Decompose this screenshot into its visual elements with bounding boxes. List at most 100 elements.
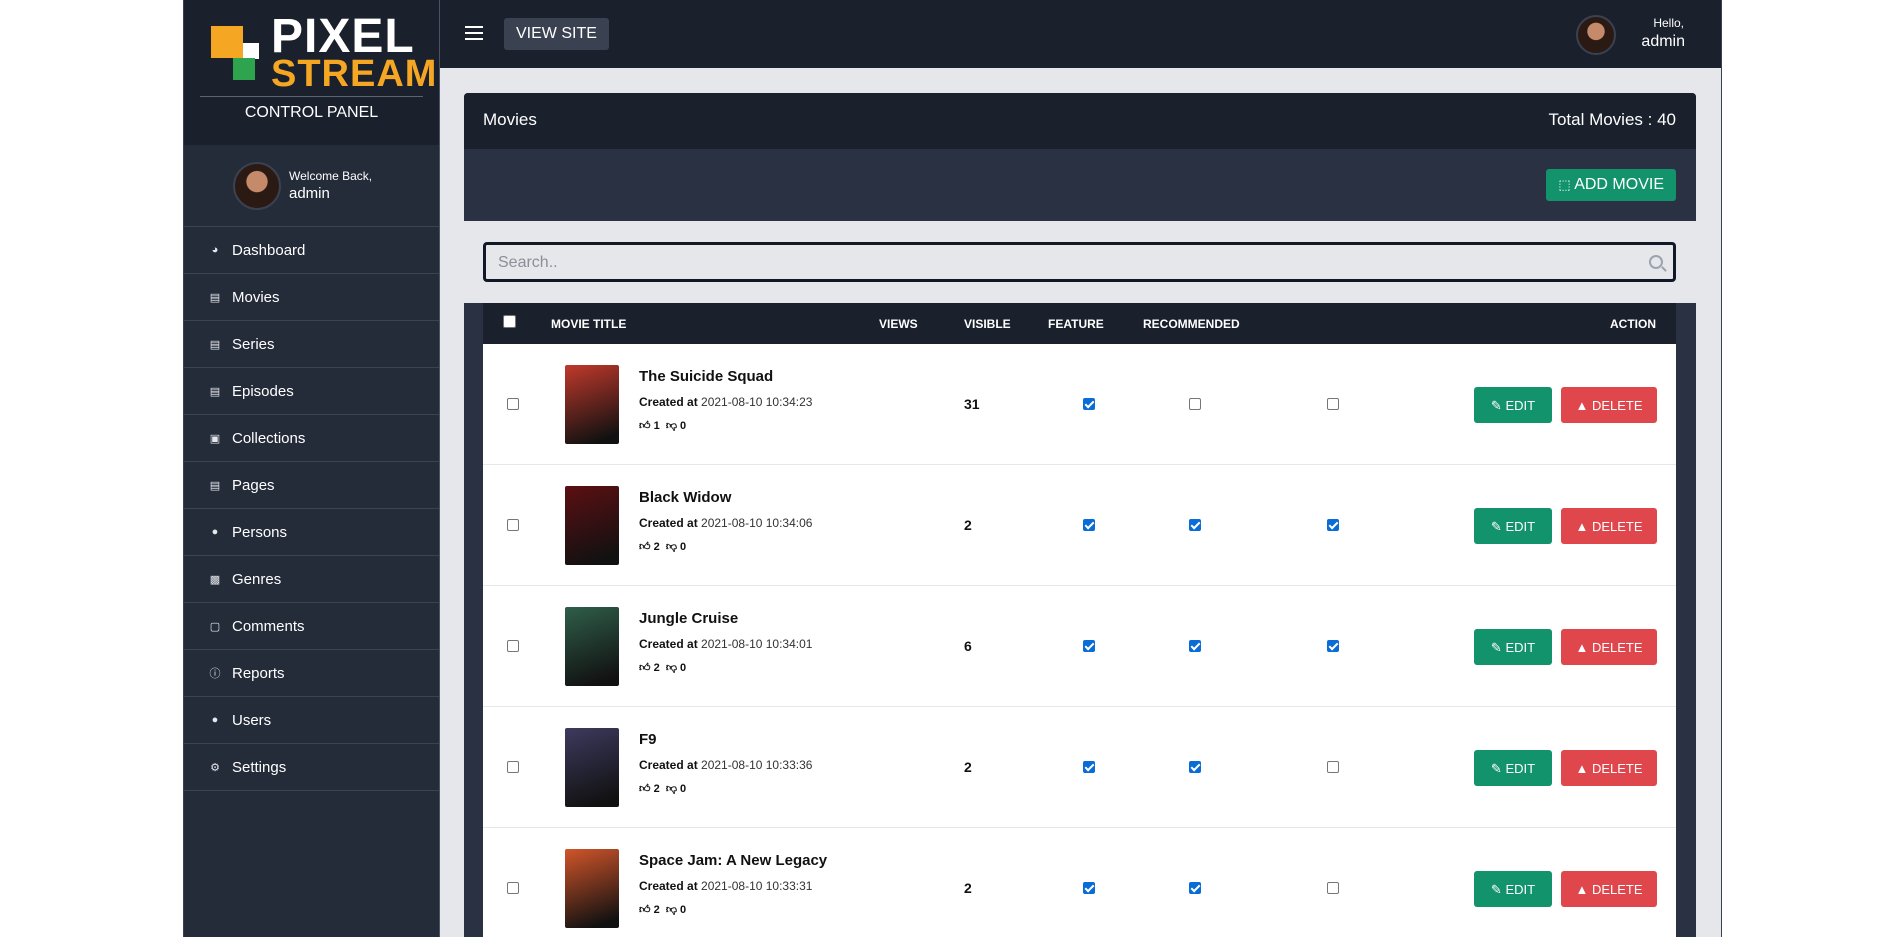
feature-checkbox[interactable]	[1189, 640, 1201, 652]
sidebar-item-label: Dashboard	[232, 241, 306, 259]
sidebar-item-episodes[interactable]: ▤ Episodes	[184, 368, 439, 415]
sidebar-item-reports[interactable]: ⓘ Reports	[184, 650, 439, 697]
movie-title[interactable]: Black Widow	[639, 489, 731, 506]
header-title[interactable]: MOVIE TITLE	[551, 317, 626, 331]
movie-reactions: 👍︎ 1 👎︎ 0	[639, 419, 686, 432]
sidebar-item-persons[interactable]: ● Persons	[184, 509, 439, 556]
delete-button[interactable]: ▲ DELETE	[1561, 750, 1657, 786]
created-label: Created at	[639, 758, 698, 772]
search-icon[interactable]	[1649, 255, 1663, 269]
search-input[interactable]	[486, 245, 1620, 281]
recommended-checkbox[interactable]	[1327, 398, 1339, 410]
likes-count: 2	[653, 904, 660, 916]
edit-button[interactable]: ✎ EDIT	[1474, 750, 1552, 786]
likes-count: 1	[653, 420, 660, 432]
movie-reactions: 👍︎ 2 👎︎ 0	[639, 540, 686, 553]
dislikes-count: 0	[680, 420, 687, 432]
delete-button[interactable]: ▲ DELETE	[1561, 629, 1657, 665]
welcome-username: admin	[289, 185, 330, 202]
visible-checkbox[interactable]	[1083, 761, 1095, 773]
table-header: MOVIE TITLE VIEWS VISIBLE FEATURE RECOMM…	[483, 303, 1676, 344]
row-select-checkbox[interactable]	[507, 882, 519, 894]
topbar-username[interactable]: admin	[1641, 33, 1685, 51]
trash-icon: ▲	[1575, 640, 1589, 655]
sidebar-item-genres[interactable]: ▩ Genres	[184, 556, 439, 603]
recommended-checkbox[interactable]	[1327, 761, 1339, 773]
edit-button[interactable]: ✎ EDIT	[1474, 871, 1552, 907]
add-movie-button[interactable]: ⬚ ADD MOVIE	[1546, 169, 1676, 201]
sidebar-item-users[interactable]: ● Users	[184, 697, 439, 744]
movie-title[interactable]: F9	[639, 731, 657, 748]
row-select-checkbox[interactable]	[507, 761, 519, 773]
movies-card: Movies Total Movies : 40 ⬚ ADD MOVIE MOV…	[464, 93, 1696, 937]
select-all-checkbox[interactable]	[503, 315, 516, 328]
row-select-checkbox[interactable]	[507, 519, 519, 531]
edit-icon: ✎	[1490, 398, 1502, 413]
row-select-checkbox[interactable]	[507, 640, 519, 652]
row-select-checkbox[interactable]	[507, 398, 519, 410]
visible-checkbox[interactable]	[1083, 398, 1095, 410]
movie-poster[interactable]	[565, 728, 619, 807]
header-recommended[interactable]: RECOMMENDED	[1143, 317, 1240, 331]
thumbs-up-icon: 👍︎	[639, 904, 651, 916]
add-icon: ⬚	[1558, 177, 1571, 192]
delete-label: DELETE	[1591, 761, 1643, 776]
visible-checkbox[interactable]	[1083, 640, 1095, 652]
sidebar-item-label: Pages	[232, 476, 275, 494]
delete-button[interactable]: ▲ DELETE	[1561, 508, 1657, 544]
menu-toggle-icon[interactable]	[465, 26, 483, 40]
thumbs-down-icon: 👎︎	[665, 541, 677, 553]
movie-title[interactable]: The Suicide Squad	[639, 368, 773, 385]
recommended-checkbox[interactable]	[1327, 519, 1339, 531]
delete-button[interactable]: ▲ DELETE	[1561, 387, 1657, 423]
sidebar-item-series[interactable]: ▤ Series	[184, 321, 439, 368]
edit-icon: ✎	[1490, 519, 1502, 534]
user-avatar[interactable]	[1576, 15, 1616, 55]
movie-poster[interactable]	[565, 849, 619, 928]
thumbs-up-icon: 👍︎	[639, 420, 651, 432]
visible-checkbox[interactable]	[1083, 519, 1095, 531]
movie-poster[interactable]	[565, 607, 619, 686]
divider	[200, 96, 423, 97]
movie-poster[interactable]	[565, 365, 619, 444]
sidebar-item-collections[interactable]: ▣ Collections	[184, 415, 439, 462]
dashboard-icon: ◕	[211, 244, 219, 256]
header-views[interactable]: VIEWS	[879, 317, 918, 331]
sidebar-nav: ◕ Dashboard ▤ Movies ▤ Series ▤ Episodes ▣ Collec…	[184, 227, 439, 791]
logo[interactable]: PIXEL STREAM	[211, 12, 436, 94]
edit-button[interactable]: ✎ EDIT	[1474, 387, 1552, 423]
welcome-greeting: Welcome Back,	[289, 169, 373, 183]
logo-square	[233, 58, 255, 80]
film-icon: ▤	[209, 338, 221, 351]
recommended-checkbox[interactable]	[1327, 640, 1339, 652]
movie-title[interactable]: Jungle Cruise	[639, 610, 738, 627]
edit-button[interactable]: ✎ EDIT	[1474, 508, 1552, 544]
sidebar-item-settings[interactable]: ⚙ Settings	[184, 744, 439, 791]
recommended-checkbox[interactable]	[1327, 882, 1339, 894]
card-toolbar: ⬚ ADD MOVIE	[464, 149, 1696, 221]
movie-title[interactable]: Space Jam: A New Legacy	[639, 852, 827, 869]
edit-icon: ✎	[1490, 640, 1502, 655]
table-row: Black Widow Created at 2021-08-10 10:34:0…	[483, 465, 1676, 586]
sidebar-item-movies[interactable]: ▤ Movies	[184, 274, 439, 321]
header-feature[interactable]: FEATURE	[1048, 317, 1104, 331]
feature-checkbox[interactable]	[1189, 398, 1201, 410]
delete-button[interactable]: ▲ DELETE	[1561, 871, 1657, 907]
sidebar-item-pages[interactable]: ▤ Pages	[184, 462, 439, 509]
clapper-icon: ▩	[209, 573, 221, 586]
search-area	[464, 221, 1696, 303]
card-header: Movies Total Movies : 40	[464, 93, 1696, 149]
view-site-button[interactable]: VIEW SITE	[504, 18, 609, 50]
trash-icon: ▲	[1575, 519, 1589, 534]
feature-checkbox[interactable]	[1189, 882, 1201, 894]
sidebar-item-dashboard[interactable]: ◕ Dashboard	[184, 227, 439, 274]
feature-checkbox[interactable]	[1189, 519, 1201, 531]
table-row: Jungle Cruise Created at 2021-08-10 10:34…	[483, 586, 1676, 707]
sidebar-item-comments[interactable]: ▢ Comments	[184, 603, 439, 650]
header-visible[interactable]: VISIBLE	[964, 317, 1011, 331]
movie-created: Created at 2021-08-10 10:34:06	[639, 516, 812, 530]
movie-poster[interactable]	[565, 486, 619, 565]
feature-checkbox[interactable]	[1189, 761, 1201, 773]
edit-button[interactable]: ✎ EDIT	[1474, 629, 1552, 665]
visible-checkbox[interactable]	[1083, 882, 1095, 894]
